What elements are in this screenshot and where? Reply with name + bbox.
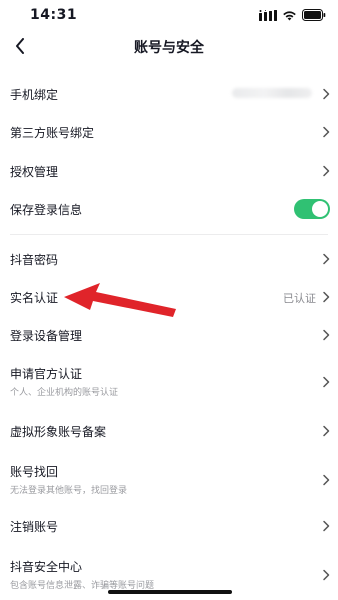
toggle-knob [312, 201, 328, 217]
home-indicator [108, 590, 232, 594]
chevron-right-icon [323, 569, 330, 581]
row-label: 保存登录信息 [10, 203, 83, 217]
chevron-right-icon [323, 291, 330, 303]
status-bar: 14:31 [0, 0, 338, 30]
status-time: 14:31 [30, 7, 78, 23]
status-icons [259, 9, 326, 21]
row-label: 虚拟形象账号备案 [10, 425, 107, 439]
page-title: 账号与安全 [134, 40, 204, 56]
chevron-right-icon [323, 520, 330, 532]
row-label: 授权管理 [10, 165, 59, 179]
cancel-account-row[interactable]: 注销账号 [0, 507, 338, 545]
douyin-password-row[interactable]: 抖音密码 [0, 240, 338, 278]
row-subtitle: 个人、企业机构的账号认证 [10, 388, 119, 398]
chevron-right-icon [323, 376, 330, 388]
chevron-right-icon [323, 126, 330, 138]
chevron-right-icon [323, 165, 330, 177]
signal-icon [259, 9, 277, 21]
row-label: 第三方账号绑定 [10, 126, 95, 140]
row-label: 实名认证 [10, 291, 59, 305]
row-label: 抖音安全中心 [10, 560, 83, 574]
chevron-right-icon [323, 253, 330, 265]
auth-management-row[interactable]: 授权管理 [0, 152, 338, 190]
row-label: 账号找回 [10, 465, 59, 479]
nav-bar: 账号与安全 [0, 30, 338, 62]
chevron-right-icon [323, 329, 330, 341]
save-login-toggle[interactable] [294, 199, 330, 219]
phone-binding-row[interactable]: 手机绑定 [0, 74, 338, 114]
row-label: 登录设备管理 [10, 329, 83, 343]
row-label: 抖音密码 [10, 253, 59, 267]
login-device-management-row[interactable]: 登录设备管理 [0, 316, 338, 354]
masked-phone-number [232, 88, 312, 98]
official-certification-row[interactable]: 申请官方认证 个人、企业机构的账号认证 [0, 357, 338, 407]
save-login-info-row: 保存登录信息 [0, 190, 338, 228]
chevron-right-icon [323, 474, 330, 486]
row-label: 申请官方认证 [10, 367, 83, 381]
row-subtitle: 无法登录其他账号，找回登录 [10, 486, 128, 496]
chevron-right-icon [323, 88, 330, 100]
row-label: 注销账号 [10, 520, 59, 534]
wifi-icon [283, 10, 296, 20]
chevron-right-icon [323, 425, 330, 437]
section-divider [10, 234, 328, 235]
virtual-image-filing-row[interactable]: 虚拟形象账号备案 [0, 412, 338, 450]
battery-icon [302, 9, 326, 21]
row-label: 手机绑定 [10, 88, 59, 102]
red-annotation-arrow [64, 283, 176, 317]
verification-status: 已认证 [283, 292, 316, 305]
account-recovery-row[interactable]: 账号找回 无法登录其他账号，找回登录 [0, 455, 338, 505]
third-party-binding-row[interactable]: 第三方账号绑定 [0, 113, 338, 151]
